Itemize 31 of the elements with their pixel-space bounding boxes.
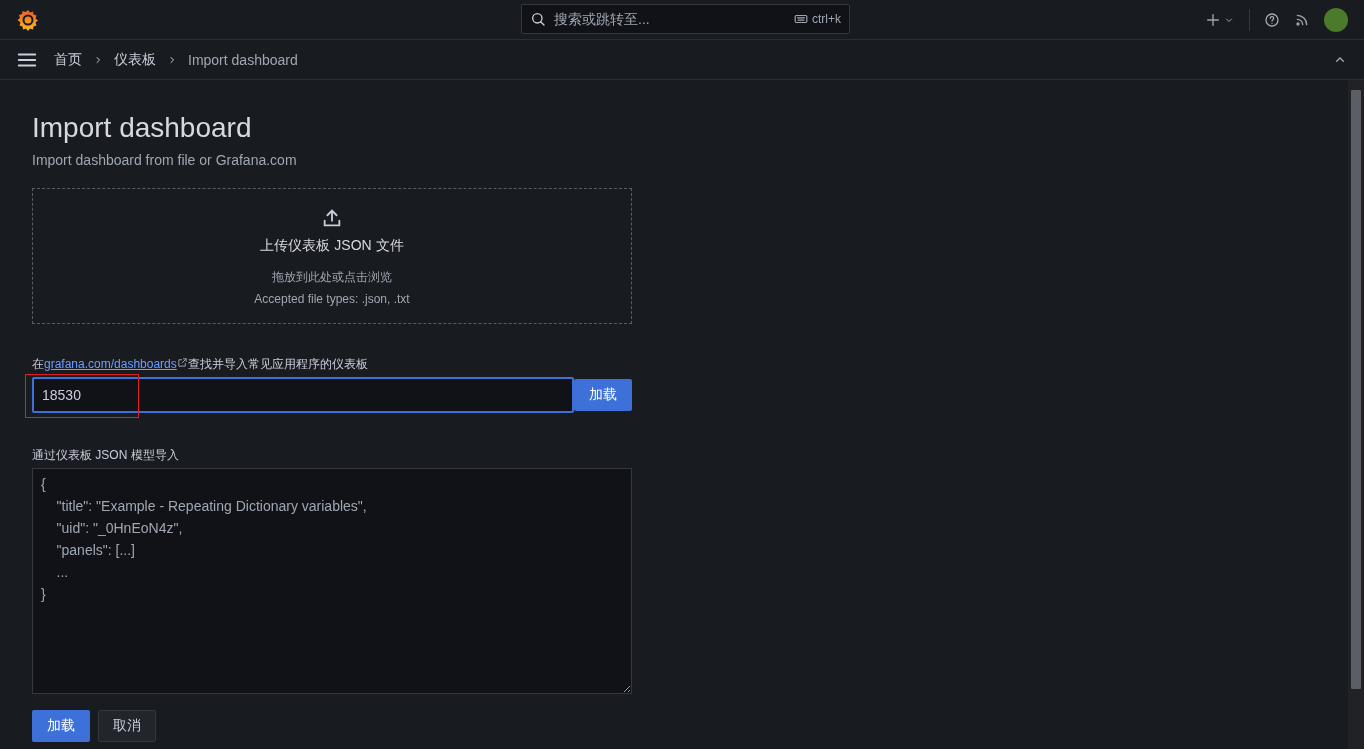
help-button[interactable] <box>1264 11 1280 28</box>
upload-dropzone[interactable]: 上传仪表板 JSON 文件 拖放到此处或点击浏览 Accepted file types: .json, .txt <box>32 188 632 324</box>
grafana-com-label: 在grafana.com/dashboards 查找并导入常见应用程序的仪表板 <box>32 356 369 373</box>
help-icon <box>1264 11 1280 28</box>
json-model-label: 通过仪表板 JSON 模型导入 <box>32 447 180 464</box>
add-menu-button[interactable] <box>1205 11 1235 28</box>
scrollbar[interactable] <box>1348 80 1364 749</box>
search-icon <box>530 11 546 27</box>
file-types-note: Accepted file types: .json, .txt <box>254 291 410 306</box>
load-button[interactable]: 加载 <box>32 710 90 742</box>
json-model-field[interactable]: { "title": "Example - Repeating Dictionary variables", "uid": "_0HnEoN4z", "panels": [...] ... } <box>32 468 632 694</box>
dashboard-id-field[interactable]: 18530 <box>32 377 574 413</box>
search-field[interactable]: 搜索或跳转至... <box>552 10 788 28</box>
page-title: Import dashboard <box>32 112 253 144</box>
breadcrumb-link[interactable]: 仪表板 <box>114 50 156 69</box>
load-button[interactable]: 加载 <box>574 379 632 411</box>
keyboard-icon <box>794 12 808 26</box>
grafana-com-link[interactable]: grafana.com/dashboards <box>44 357 177 371</box>
scrollbar-thumb[interactable] <box>1351 90 1361 689</box>
external-link-icon <box>176 357 188 368</box>
search-box[interactable]: 搜索或跳转至... ctrl+k <box>521 4 850 34</box>
shortcut-hint: ctrl+k <box>812 12 841 26</box>
avatar[interactable] <box>1324 7 1348 32</box>
page-subtitle: Import dashboard from file or Grafana.com <box>32 152 298 168</box>
breadcrumb-link[interactable]: 首页 <box>54 50 82 69</box>
cancel-button[interactable]: 取消 <box>98 710 156 742</box>
breadcrumb-link[interactable]: Import dashboard <box>188 51 298 68</box>
upload-hint: 拖放到此处或点击浏览 <box>272 268 392 286</box>
plus-icon <box>1205 11 1221 28</box>
upload-title: 上传仪表板 JSON 文件 <box>260 236 404 255</box>
logo-icon[interactable] <box>16 7 40 32</box>
